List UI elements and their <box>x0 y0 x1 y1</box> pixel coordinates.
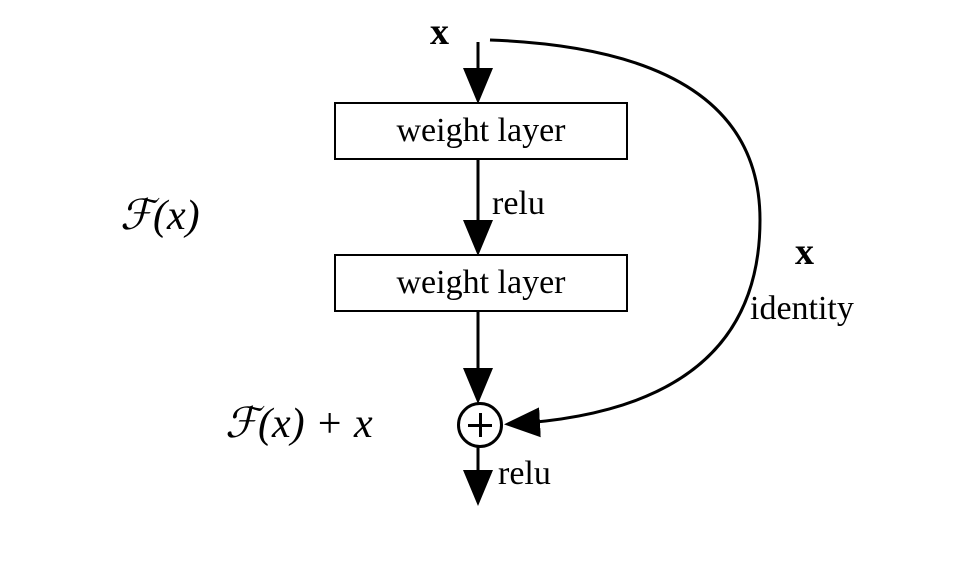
skip-x-label: x <box>795 230 814 274</box>
weight-layer-box-1: weight layer <box>334 102 628 160</box>
weight-layer-1-text: weight layer <box>397 112 566 149</box>
weight-layer-box-2: weight layer <box>334 254 628 312</box>
residual-block-diagram: x weight layer relu ℱ(x) weight layer x … <box>0 0 977 561</box>
fx-plus-x-label: ℱ(x) + x <box>225 398 373 448</box>
relu-out-label: relu <box>498 455 551 493</box>
plus-icon <box>457 402 503 448</box>
fx-label: ℱ(x) <box>120 190 200 240</box>
input-x-label: x <box>430 10 449 54</box>
identity-label: identity <box>750 290 854 328</box>
weight-layer-2-text: weight layer <box>397 264 566 301</box>
relu-mid-label: relu <box>492 185 545 223</box>
